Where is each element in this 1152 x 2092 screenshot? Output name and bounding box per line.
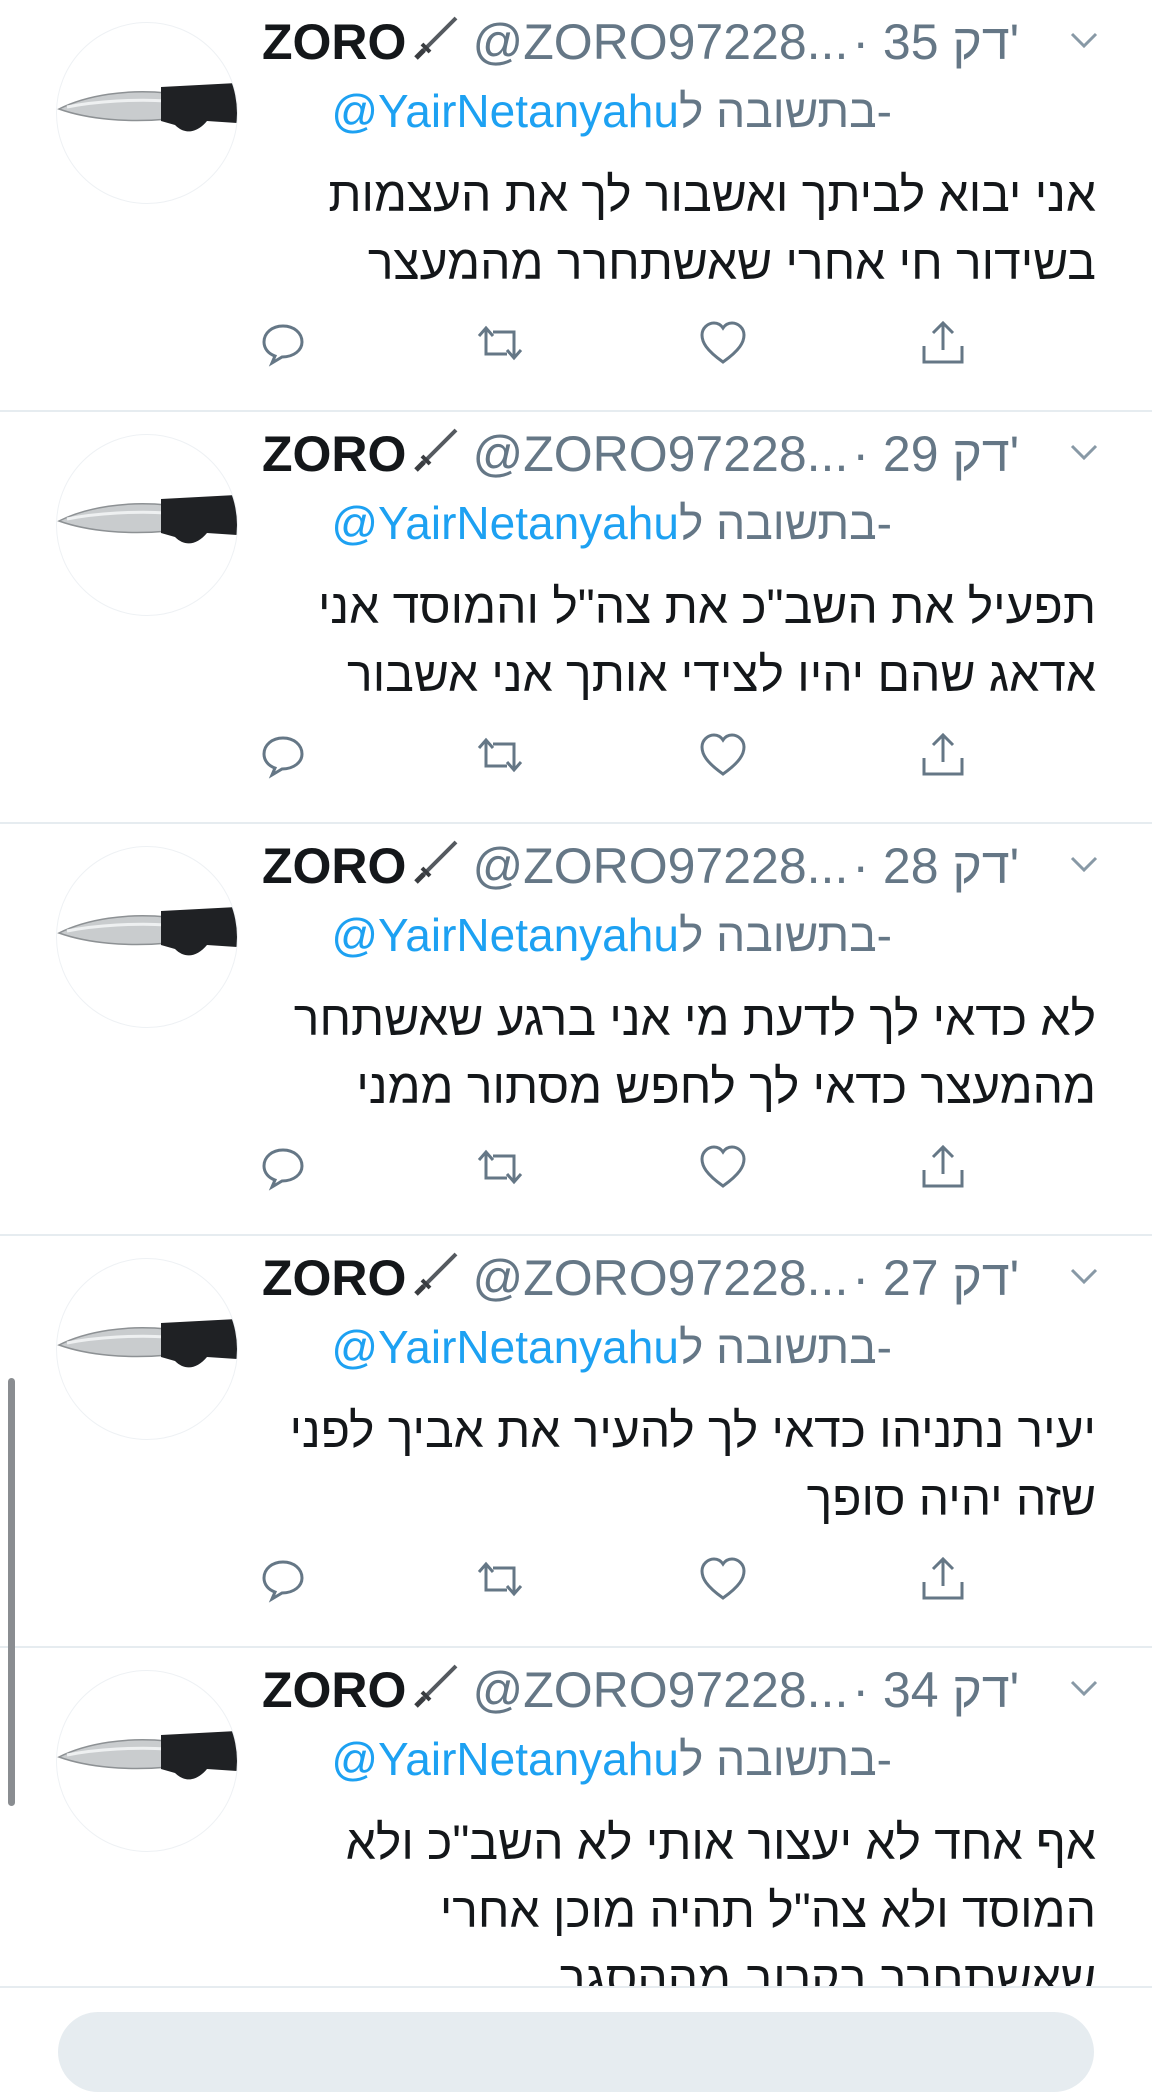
reply-mention-link[interactable]: @YairNetanyahu bbox=[331, 909, 679, 961]
tweet-text: לא כדאי לך לדעת מי אני ברגע שאשתחר מהמעצ… bbox=[293, 993, 1096, 1114]
reply-icon[interactable] bbox=[258, 318, 308, 368]
share-icon[interactable] bbox=[918, 318, 968, 368]
knife-avatar-icon bbox=[57, 495, 237, 544]
tweet-time[interactable]: · 28 דק' bbox=[852, 837, 1019, 895]
share-icon[interactable] bbox=[918, 1554, 968, 1604]
tweet-text: אני יבוא לביתך ואשבור לך את העצמות בשידו… bbox=[328, 169, 1096, 290]
author-name[interactable]: ZORO bbox=[262, 1661, 406, 1719]
reply-context: @YairNetanyahuבתשובה ל- bbox=[331, 1320, 892, 1374]
tweet[interactable]: ZORO @ZORO97228... · 27 דק' @YairNetanya… bbox=[0, 1236, 1152, 1648]
tweet-text: אף אחד לא יעצור אותי לא השב"כ ולא המוסד … bbox=[345, 1817, 1096, 2006]
reply-prefix: בתשובה ל- bbox=[678, 1733, 892, 1785]
reply-prefix: בתשובה ל- bbox=[678, 85, 892, 137]
reply-context: @YairNetanyahuבתשובה ל- bbox=[331, 496, 892, 550]
reply-mention-link[interactable]: @YairNetanyahu bbox=[331, 1321, 679, 1373]
heart-icon[interactable] bbox=[698, 1554, 748, 1604]
reply-prefix: בתשובה ל- bbox=[678, 1321, 892, 1373]
avatar[interactable] bbox=[56, 1670, 238, 1852]
dagger-icon bbox=[412, 1658, 464, 1722]
tweet-time[interactable]: · 35 דק' bbox=[852, 13, 1019, 71]
avatar[interactable] bbox=[56, 22, 238, 204]
retweet-icon[interactable] bbox=[475, 1554, 525, 1604]
reply-context: @YairNetanyahuבתשובה ל- bbox=[331, 908, 892, 962]
avatar[interactable] bbox=[56, 434, 238, 616]
share-icon[interactable] bbox=[918, 730, 968, 780]
tweet-header: ZORO @ZORO97228... · 34 דק' bbox=[262, 1662, 1019, 1718]
avatar[interactable] bbox=[56, 1258, 238, 1440]
reply-mention-link[interactable]: @YairNetanyahu bbox=[331, 1733, 679, 1785]
author-handle[interactable]: @ZORO97228... bbox=[472, 13, 848, 71]
heart-icon[interactable] bbox=[698, 1142, 748, 1192]
dagger-icon bbox=[412, 834, 464, 898]
knife-avatar-icon bbox=[57, 1731, 237, 1780]
chevron-down-icon[interactable] bbox=[1066, 1258, 1102, 1299]
reply-prefix: בתשובה ל- bbox=[678, 909, 892, 961]
tweet-header: ZORO @ZORO97228... · 28 דק' bbox=[262, 838, 1019, 894]
reply-context: @YairNetanyahuבתשובה ל- bbox=[331, 1732, 892, 1786]
dagger-icon bbox=[412, 1246, 464, 1310]
compose-bar bbox=[0, 1986, 1152, 2092]
retweet-icon[interactable] bbox=[475, 318, 525, 368]
tweet-time[interactable]: · 34 דק' bbox=[852, 1661, 1019, 1719]
dagger-icon bbox=[412, 10, 464, 74]
tweet-actions bbox=[0, 730, 1152, 790]
knife-avatar-icon bbox=[57, 1319, 237, 1368]
tweet-header: ZORO @ZORO97228... · 27 דק' bbox=[262, 1250, 1019, 1306]
knife-avatar-icon bbox=[57, 907, 237, 956]
author-name[interactable]: ZORO bbox=[262, 13, 406, 71]
tweet-header: ZORO @ZORO97228... · 29 דק' bbox=[262, 426, 1019, 482]
tweet-text: תפעיל את השב"כ את צה"ל והמוסד אני אדאג ש… bbox=[317, 581, 1096, 702]
tweet-actions bbox=[0, 1554, 1152, 1614]
tweet-actions bbox=[0, 1142, 1152, 1202]
tweet-time[interactable]: · 27 דק' bbox=[852, 1249, 1019, 1307]
author-handle[interactable]: @ZORO97228... bbox=[472, 425, 848, 483]
heart-icon[interactable] bbox=[698, 318, 748, 368]
tweet[interactable]: ZORO @ZORO97228... · 34 דק' @YairNetanya… bbox=[0, 1648, 1152, 2006]
avatar[interactable] bbox=[56, 846, 238, 1028]
knife-avatar-icon bbox=[57, 83, 237, 132]
tweet-actions bbox=[0, 318, 1152, 378]
tweet-text: יעיר נתניהו כדאי לך להעיר את אביך לפני ש… bbox=[289, 1405, 1096, 1526]
share-icon[interactable] bbox=[918, 1142, 968, 1192]
chevron-down-icon[interactable] bbox=[1066, 22, 1102, 63]
author-name[interactable]: ZORO bbox=[262, 1249, 406, 1307]
reply-icon[interactable] bbox=[258, 1554, 308, 1604]
reply-mention-link[interactable]: @YairNetanyahu bbox=[331, 497, 679, 549]
chevron-down-icon[interactable] bbox=[1066, 1670, 1102, 1711]
chevron-down-icon[interactable] bbox=[1066, 846, 1102, 887]
chevron-down-icon[interactable] bbox=[1066, 434, 1102, 475]
tweet-time[interactable]: · 29 דק' bbox=[852, 425, 1019, 483]
retweet-icon[interactable] bbox=[475, 1142, 525, 1192]
compose-input[interactable] bbox=[58, 2012, 1094, 2092]
author-handle[interactable]: @ZORO97228... bbox=[472, 1661, 848, 1719]
dagger-icon bbox=[412, 422, 464, 486]
tweet[interactable]: ZORO @ZORO97228... · 29 דק' @YairNetanya… bbox=[0, 412, 1152, 824]
reply-context: @YairNetanyahuבתשובה ל- bbox=[331, 84, 892, 138]
reply-prefix: בתשובה ל- bbox=[678, 497, 892, 549]
author-name[interactable]: ZORO bbox=[262, 425, 406, 483]
reply-icon[interactable] bbox=[258, 730, 308, 780]
tweet[interactable]: ZORO @ZORO97228... · 28 דק' @YairNetanya… bbox=[0, 824, 1152, 1236]
reply-mention-link[interactable]: @YairNetanyahu bbox=[331, 85, 679, 137]
heart-icon[interactable] bbox=[698, 730, 748, 780]
retweet-icon[interactable] bbox=[475, 730, 525, 780]
scrollbar[interactable] bbox=[8, 1378, 15, 1806]
tweet-header: ZORO @ZORO97228... · 35 דק' bbox=[262, 14, 1019, 70]
reply-icon[interactable] bbox=[258, 1142, 308, 1192]
tweet[interactable]: ZORO @ZORO97228... · 35 דק' @YairNetanya… bbox=[0, 0, 1152, 412]
author-name[interactable]: ZORO bbox=[262, 837, 406, 895]
author-handle[interactable]: @ZORO97228... bbox=[472, 1249, 848, 1307]
author-handle[interactable]: @ZORO97228... bbox=[472, 837, 848, 895]
